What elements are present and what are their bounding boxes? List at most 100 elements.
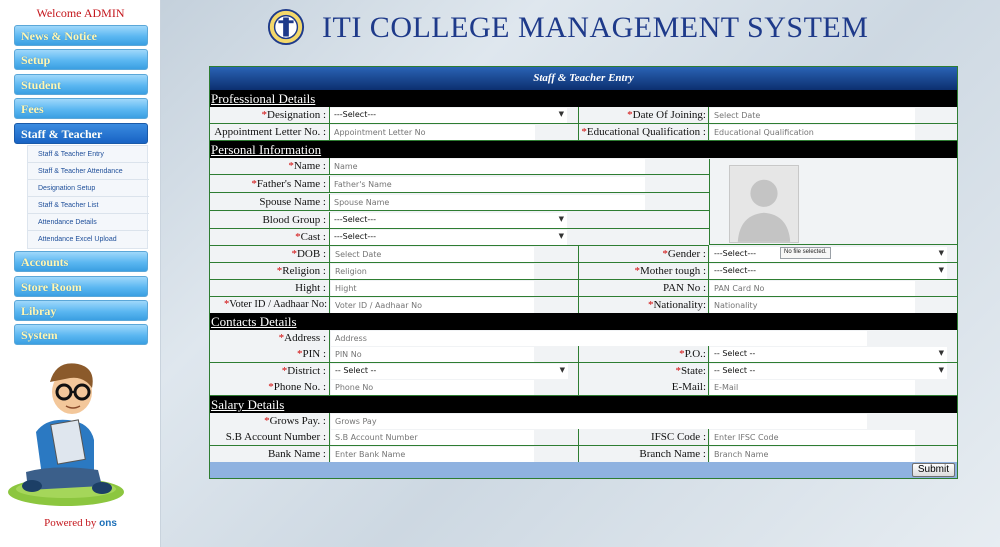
cell: Spouse Name : [210, 194, 330, 210]
row-address: *Address : [210, 330, 957, 347]
section-salary-details: Salary Details [210, 396, 957, 413]
row-designation: *Designation : ---Select--- ▼ *Date Of Jo… [210, 107, 957, 124]
ifsc-input[interactable] [710, 430, 915, 445]
email-label: E-Mail: [671, 381, 706, 393]
submenu-attendance-excel-upload[interactable]: Attendance Excel Upload [28, 231, 149, 248]
appointment-letter-label: Appointment Letter No. : [214, 126, 326, 138]
blood-group-label: Blood Group : [262, 214, 326, 226]
sb-account-input[interactable] [331, 430, 534, 445]
submenu-staff-teacher-list[interactable]: Staff & Teacher List [28, 197, 149, 214]
menu-store-room[interactable]: Store Room [14, 276, 148, 297]
welcome-text: Welcome ADMIN [36, 6, 125, 20]
section-contacts-details: Contacts Details [210, 313, 957, 330]
submenu-staff-teacher-attendance[interactable]: Staff & Teacher Attendance [28, 163, 149, 180]
po-label: *P.O.: [679, 348, 706, 360]
chevron-down-icon: ▼ [938, 249, 944, 257]
cell: *Educational Qualification : [579, 124, 709, 140]
branch-name-input[interactable] [710, 447, 915, 462]
po-select[interactable]: -- Select -- ▼ [710, 347, 947, 362]
submenu-staff-teacher-entry[interactable]: Staff & Teacher Entry [28, 146, 149, 163]
cell: ---Select--- ▼ [330, 212, 709, 228]
chevron-down-icon: ▼ [558, 110, 564, 118]
hight-input[interactable] [331, 281, 534, 296]
row-hight: Hight : PAN No : [210, 280, 957, 297]
form-title: Staff & Teacher Entry [210, 67, 957, 90]
cell: Hight : [210, 280, 330, 296]
name-input[interactable] [330, 159, 645, 174]
educational-qualification-input[interactable] [710, 125, 915, 140]
nationality-label: *Nationality: [647, 299, 706, 311]
cell: *Cast : [210, 229, 330, 245]
submit-button[interactable]: Submit [911, 463, 955, 477]
religion-input[interactable] [331, 264, 534, 279]
grows-pay-label: *Grows Pay. : [264, 415, 326, 427]
cell [709, 429, 957, 445]
row-fathers-name: *Father's Name : [210, 176, 709, 193]
submenu-designation-setup[interactable]: Designation Setup [28, 180, 149, 197]
fathers-name-input[interactable] [330, 177, 645, 192]
iti-logo-icon [267, 8, 305, 46]
chevron-down-icon: ▼ [938, 366, 944, 374]
file-upload-status[interactable]: No file selected. [780, 247, 831, 259]
nationality-input[interactable] [710, 298, 915, 313]
cell: S.B Account Number : [210, 429, 330, 445]
cell [330, 429, 579, 445]
cell: *Father's Name : [210, 176, 330, 192]
submenu-attendance-details[interactable]: Attendance Details [28, 214, 149, 231]
address-input[interactable] [331, 331, 867, 346]
pin-input[interactable] [331, 347, 534, 362]
cell: IFSC Code : [579, 429, 709, 445]
staff-teacher-entry-form: Staff & Teacher Entry Professional Detai… [209, 66, 958, 479]
cell [330, 176, 709, 192]
designation-select[interactable]: ---Select--- ▼ [330, 108, 567, 123]
row-voter-id: *Voter ID / Aadhaar No: *Nationality: [210, 297, 957, 314]
email-input[interactable] [710, 380, 915, 395]
cell [709, 446, 957, 462]
cell [709, 124, 957, 140]
cast-select[interactable]: ---Select--- ▼ [330, 230, 567, 245]
menu-setup[interactable]: Setup [14, 49, 148, 70]
menu-staff-teacher[interactable]: Staff & Teacher [14, 123, 148, 144]
phone-input[interactable] [331, 380, 534, 395]
row-name: *Name : [210, 158, 709, 175]
religion-label: *Religion : [276, 265, 326, 277]
branch-name-label: Branch Name : [639, 448, 706, 460]
cell [330, 297, 579, 313]
spouse-name-label: Spouse Name : [259, 196, 326, 208]
voter-id-input[interactable] [331, 298, 534, 313]
menu-news-notice[interactable]: News & Notice [14, 25, 148, 46]
mother-tongue-label: *Mother tough : [634, 265, 707, 277]
profile-placeholder-icon[interactable] [729, 165, 799, 243]
cell: *Nationality: [579, 297, 709, 313]
spouse-name-input[interactable] [330, 195, 645, 210]
cell: -- Select -- ▼ [709, 363, 957, 379]
cell [330, 413, 957, 429]
appointment-letter-input[interactable] [330, 125, 535, 140]
menu-fees[interactable]: Fees [14, 98, 148, 119]
gender-label: *Gender : [662, 248, 706, 260]
menu-student[interactable]: Student [14, 74, 148, 95]
cell: ---Select--- ▼ [709, 246, 957, 262]
pan-no-input[interactable] [710, 281, 915, 296]
bank-name-input[interactable] [331, 447, 534, 462]
date-of-joining-input[interactable] [710, 108, 915, 123]
state-label: *State: [675, 365, 706, 377]
dob-label: *DOB : [291, 248, 326, 260]
menu-libray[interactable]: Libray [14, 300, 148, 321]
mother-tongue-select[interactable]: ---Select--- ▼ [710, 264, 947, 279]
dob-input[interactable] [331, 247, 534, 262]
menu-system[interactable]: System [14, 324, 148, 345]
grows-pay-input[interactable] [331, 414, 867, 429]
blood-group-select[interactable]: ---Select--- ▼ [330, 213, 567, 228]
row-grows-pay: *Grows Pay. : [210, 413, 957, 430]
state-select[interactable]: -- Select -- ▼ [710, 364, 947, 379]
powered-by: Powered by ons [0, 517, 161, 529]
chevron-down-icon: ▼ [938, 266, 944, 274]
district-select[interactable]: -- Select -- ▼ [331, 364, 568, 379]
cell: *Address : [210, 330, 330, 346]
cell: -- Select -- ▼ [330, 363, 579, 379]
cell: Blood Group : [210, 212, 330, 228]
phone-label: *Phone No. : [268, 381, 326, 393]
menu-accounts[interactable]: Accounts [14, 251, 148, 272]
row-religion: *Religion : *Mother tough : ---Select---… [210, 263, 957, 280]
